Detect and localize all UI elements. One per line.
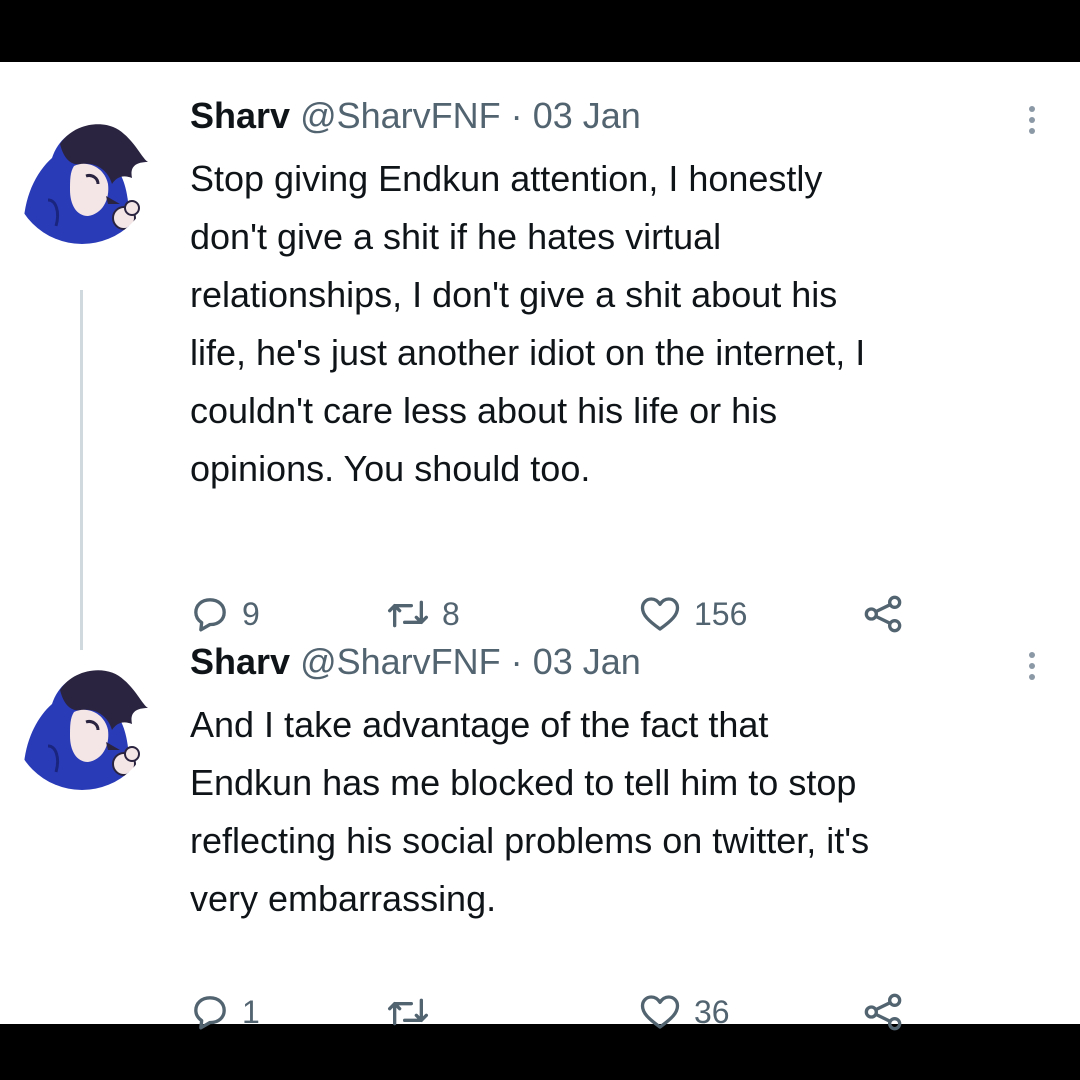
author-handle[interactable]: @SharvFNF xyxy=(300,95,501,136)
tweet-text-line: opinions. You should too. xyxy=(190,448,591,489)
reply-button[interactable]: 9 xyxy=(190,590,260,638)
tweet-text-line: very embarrassing. xyxy=(190,878,497,919)
tweet-header: Sharv @SharvFNF · 03 Jan xyxy=(190,94,641,138)
tweet-text-line: Endkun has me blocked to tell him to sto… xyxy=(190,762,857,803)
share-icon xyxy=(864,993,902,1031)
tweet-text-line: couldn't care less about his life or his xyxy=(190,390,778,431)
tweet-text-line: life, he's just another idiot on the int… xyxy=(190,332,866,373)
retweet-icon xyxy=(387,998,428,1026)
share-button[interactable] xyxy=(862,590,904,638)
reply-button[interactable]: 1 xyxy=(190,988,260,1036)
tweet-actions: 9 8 156 xyxy=(190,590,1070,638)
share-icon xyxy=(864,595,902,633)
tweet-text: And I take advantage of the fact that En… xyxy=(190,696,1060,928)
separator: · xyxy=(510,95,523,136)
tweet-text: Stop giving Endkun attention, I honestly… xyxy=(190,150,1060,498)
more-vertical-icon[interactable] xyxy=(1020,98,1044,142)
reply-count: 9 xyxy=(242,595,260,632)
heart-icon xyxy=(640,597,680,631)
retweet-button[interactable] xyxy=(386,988,442,1036)
like-count: 156 xyxy=(694,595,748,632)
avatar[interactable] xyxy=(12,650,152,790)
author-name[interactable]: Sharv xyxy=(190,95,290,136)
more-vertical-icon[interactable] xyxy=(1020,644,1044,688)
author-name[interactable]: Sharv xyxy=(190,641,290,682)
tweet-text-line: don't give a shit if he hates virtual xyxy=(190,216,722,257)
tweet-actions: 1 36 xyxy=(190,988,1070,1036)
separator: · xyxy=(510,641,523,682)
like-button[interactable]: 36 xyxy=(638,988,730,1036)
avatar[interactable] xyxy=(12,104,152,244)
tweet-text-line: reflecting his social problems on twitte… xyxy=(190,820,870,861)
reply-icon xyxy=(194,996,226,1030)
heart-icon xyxy=(640,995,680,1029)
like-count: 36 xyxy=(694,993,730,1030)
like-button[interactable]: 156 xyxy=(638,590,747,638)
tweet-date[interactable]: 03 Jan xyxy=(533,95,641,136)
retweet-icon xyxy=(387,600,428,628)
tweet-text-line: And I take advantage of the fact that xyxy=(190,704,769,745)
author-handle[interactable]: @SharvFNF xyxy=(300,641,501,682)
tweet-thread: Sharv @SharvFNF · 03 Jan Stop giving End… xyxy=(0,62,1080,1031)
reply-icon xyxy=(194,598,226,632)
tweet-date[interactable]: 03 Jan xyxy=(533,641,641,682)
share-button[interactable] xyxy=(862,988,904,1036)
retweet-button[interactable]: 8 xyxy=(386,590,460,638)
thread-line xyxy=(80,290,83,666)
tweet-text-line: relationships, I don't give a shit about… xyxy=(190,274,838,315)
tweet-header: Sharv @SharvFNF · 03 Jan xyxy=(190,640,641,684)
tweet-text-line: Stop giving Endkun attention, I honestly xyxy=(190,158,823,199)
reply-count: 1 xyxy=(242,993,260,1030)
retweet-count: 8 xyxy=(442,595,460,632)
